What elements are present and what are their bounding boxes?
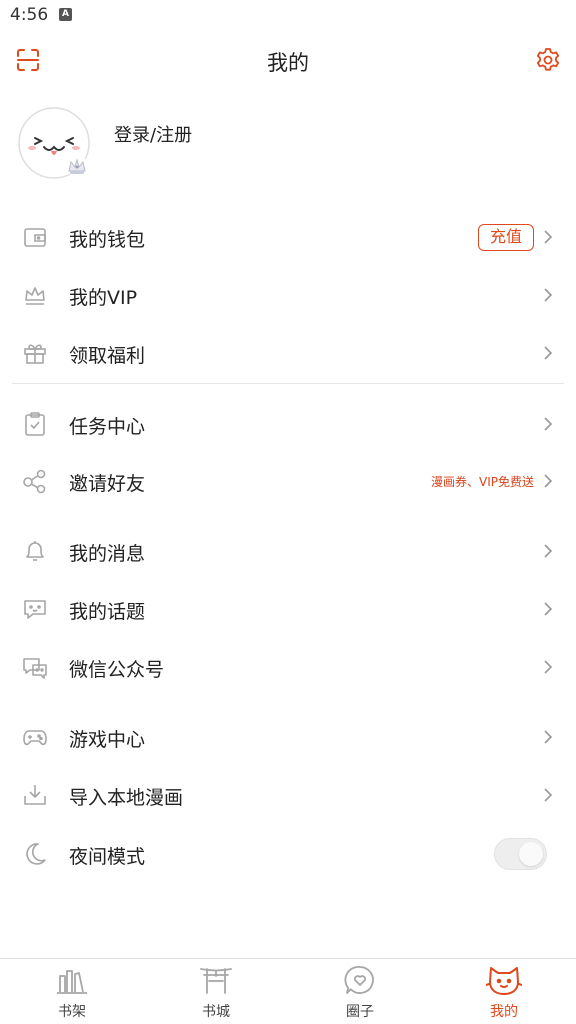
night-mode-toggle[interactable] [494,838,547,870]
circle-icon [344,966,374,994]
chevron-right-icon [544,544,553,558]
menu-label-tasks: 任务中心 [69,416,146,438]
menu-label-night-mode: 夜间模式 [69,846,146,868]
bookshelf-icon [57,970,87,994]
menu-item-night-mode: 夜间模式 [0,826,576,882]
tab-bookshelf[interactable]: 书架 [0,959,144,1024]
menu-item-welfare[interactable]: 领取福利 [0,325,576,381]
tab-circle[interactable]: 圈子 [288,959,432,1024]
menu-label-topics: 我的话题 [69,601,146,623]
menu-label-messages: 我的消息 [69,543,146,565]
menu-label-wechat: 微信公众号 [69,659,165,681]
header: 我的 [0,36,576,84]
chevron-right-icon [544,788,553,802]
toggle-knob [519,842,543,866]
menu-item-import[interactable]: 导入本地漫画 [0,767,576,823]
tab-label: 我的 [490,1004,518,1020]
gamepad-icon [23,730,47,746]
bottom-tab-bar: 书架 书城 圈子 我的 [0,958,576,1024]
menu-item-messages[interactable]: 我的消息 [0,523,576,579]
chevron-right-icon [544,474,553,488]
menu-label-wallet: 我的钱包 [69,229,146,251]
gift-icon [24,344,46,364]
chevron-right-icon [544,660,553,674]
status-time: 4:56 [10,5,49,25]
menu-item-vip[interactable]: 我的VIP [0,267,576,323]
tab-label: 圈子 [346,1004,374,1020]
download-tray-icon [24,785,46,805]
wallet-icon [24,228,46,247]
wechat-icon [23,658,47,679]
section-divider [12,383,564,384]
tab-label: 书架 [58,1004,86,1020]
bell-icon [26,541,44,561]
menu-label-import: 导入本地漫画 [69,787,184,809]
crown-icon [25,287,45,305]
menu-item-invite[interactable]: 邀请好友 漫画券、VIP免费送 [0,453,576,509]
menu-label-games: 游戏中心 [69,729,146,751]
chat-bubble-icon [24,600,46,619]
moon-icon [26,843,46,865]
page-title: 我的 [267,51,309,75]
notification-icon: A [59,8,72,21]
profile-section[interactable]: 登录/注册 [0,100,576,190]
status-bar: 4:56 A [0,0,576,30]
chevron-right-icon [544,417,553,431]
share-icon [23,469,46,494]
chevron-right-icon [544,230,553,244]
avatar[interactable] [18,107,90,179]
menu-label-invite: 邀请好友 [69,473,146,495]
menu-label-vip: 我的VIP [69,287,138,309]
tab-bookstore[interactable]: 书城 [144,959,288,1024]
settings-button[interactable] [534,46,562,74]
chevron-right-icon [544,346,553,360]
menu-item-tasks[interactable]: 任务中心 [0,396,576,452]
cat-face-icon [486,967,522,995]
tab-label: 书城 [202,1004,230,1020]
tab-mine[interactable]: 我的 [432,959,576,1024]
bookstore-icon [200,968,232,994]
chevron-right-icon [544,730,553,744]
menu-item-wallet[interactable]: 我的钱包 充值 [0,209,576,265]
recharge-button[interactable]: 充值 [478,224,534,251]
clipboard-check-icon [25,412,45,436]
menu-item-topics[interactable]: 我的话题 [0,581,576,637]
chevron-right-icon [544,288,553,302]
menu-item-games[interactable]: 游戏中心 [0,709,576,765]
gear-icon [536,48,560,71]
invite-promo-text: 漫画券、VIP免费送 [431,475,534,489]
login-register-link[interactable]: 登录/注册 [114,121,192,147]
avatar-face-icon [18,107,90,179]
chevron-right-icon [544,602,553,616]
menu-item-wechat[interactable]: 微信公众号 [0,639,576,695]
menu-label-welfare: 领取福利 [69,345,146,367]
